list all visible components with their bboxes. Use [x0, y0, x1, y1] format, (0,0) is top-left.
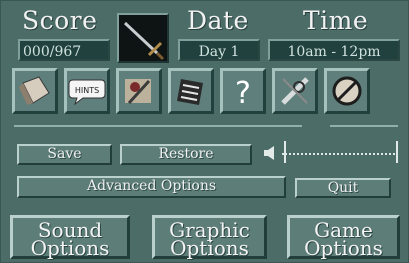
- volume-slider-knob[interactable]: [396, 141, 398, 163]
- game-options-button[interactable]: Game Options: [287, 215, 400, 259]
- help-question-icon[interactable]: ?: [220, 68, 266, 114]
- volume-slider[interactable]: [282, 153, 398, 155]
- no-symbol-icon[interactable]: [324, 68, 370, 114]
- help-question-glyph: ?: [235, 76, 251, 109]
- volume-slider-min-cap: [284, 141, 286, 163]
- tool-combine-icon[interactable]: [272, 68, 318, 114]
- score-label: Score: [22, 6, 98, 35]
- date-label: Date: [187, 6, 249, 35]
- hints-button[interactable]: HINTS: [64, 68, 110, 114]
- time-field: 10am - 12pm: [268, 39, 400, 61]
- restore-button[interactable]: Restore: [120, 144, 252, 165]
- sword-icon[interactable]: [117, 13, 169, 63]
- score-field: 000/967: [18, 39, 110, 61]
- graphic-options-label-line2: Options: [170, 236, 249, 260]
- notebook-icon[interactable]: [168, 68, 214, 114]
- walk-map-icon[interactable]: [116, 68, 162, 114]
- divider: [330, 125, 398, 127]
- quit-button[interactable]: Quit: [295, 178, 391, 198]
- time-label: Time: [303, 6, 369, 35]
- advanced-options-button[interactable]: Advanced Options: [17, 176, 286, 198]
- speaker-icon: [262, 144, 280, 166]
- game-control-panel: Score 000/967 Date Day 1 Time 10am - 12p…: [0, 0, 409, 263]
- inventory-bag-icon[interactable]: [12, 68, 58, 114]
- sound-options-button[interactable]: Sound Options: [10, 215, 130, 259]
- hints-icon-text: HINTS: [75, 86, 99, 95]
- date-field: Day 1: [178, 39, 260, 61]
- divider: [14, 125, 302, 127]
- graphic-options-button[interactable]: Graphic Options: [152, 215, 267, 259]
- sound-options-label-line2: Options: [30, 236, 110, 260]
- game-options-label-line2: Options: [304, 236, 383, 260]
- save-button[interactable]: Save: [17, 144, 112, 165]
